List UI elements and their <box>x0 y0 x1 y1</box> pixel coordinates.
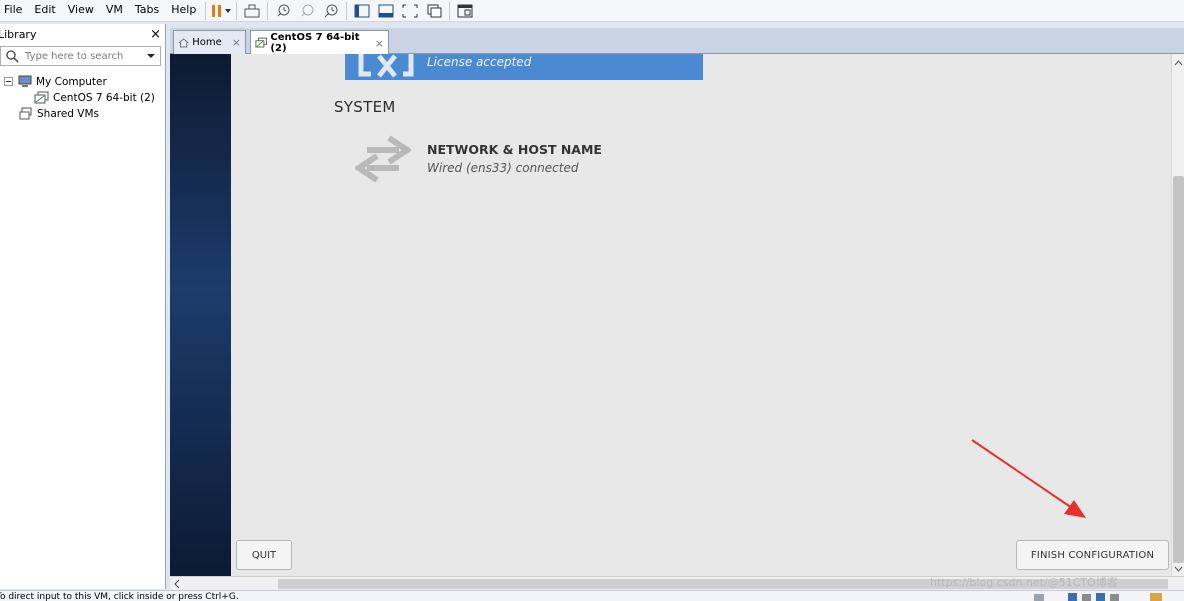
library-search-input[interactable]: Type here to search <box>0 46 161 66</box>
search-placeholder: Type here to search <box>25 50 124 62</box>
tree-item-vm[interactable]: CentOS 7 64-bit (2) <box>0 90 165 106</box>
snapshot-manager-button[interactable] <box>319 1 343 21</box>
tree-item-label: CentOS 7 64-bit (2) <box>53 92 155 104</box>
tree-item-shared-vms[interactable]: Shared VMs <box>0 106 165 122</box>
scroll-up-icon[interactable] <box>1173 58 1184 68</box>
show-library-button[interactable] <box>350 1 374 21</box>
console-view-button[interactable] <box>453 1 477 21</box>
revert-snapshot-icon <box>301 4 314 16</box>
console-view-icon <box>457 4 473 17</box>
toolbar-separator <box>236 1 238 20</box>
finish-configuration-button[interactable]: FINISH CONFIGURATION <box>1016 540 1169 570</box>
computer-icon <box>18 75 32 87</box>
tab-label: CentOS 7 64-bit (2) <box>270 32 360 54</box>
status-message: To direct input to this VM, click inside… <box>0 592 239 601</box>
vm-icon <box>255 37 267 48</box>
menu-tabs[interactable]: Tabs <box>129 0 165 22</box>
tab-bar: Home × CentOS 7 64-bit (2) × <box>170 28 1184 55</box>
thumbnail-bar-button[interactable] <box>374 1 398 21</box>
scrollbar-thumb[interactable] <box>1173 176 1184 563</box>
tree-item-my-computer[interactable]: My Computer <box>0 74 165 90</box>
vm-icon <box>34 91 49 104</box>
network-title[interactable]: NETWORK & HOST NAME <box>427 142 602 157</box>
tab-label: Home <box>192 37 222 48</box>
annotation-arrow <box>971 439 1086 518</box>
network-icon[interactable] <box>355 134 411 186</box>
library-title: Library <box>0 27 37 41</box>
menu-help[interactable]: Help <box>165 0 202 22</box>
unity-icon <box>427 4 442 17</box>
tree-item-label: Shared VMs <box>37 108 100 120</box>
full-screen-button[interactable] <box>398 1 422 21</box>
keyboard-icon <box>244 4 260 17</box>
pause-icon <box>212 4 232 17</box>
quit-button[interactable]: QUIT <box>236 540 292 570</box>
tab-close-icon[interactable]: × <box>232 36 241 49</box>
menu-bar: File Edit View VM Tabs Help <box>0 0 1184 22</box>
library-close-icon[interactable]: × <box>150 27 161 42</box>
toolbar-separator <box>267 1 269 20</box>
menu-view[interactable]: View <box>62 0 100 22</box>
tab-home[interactable]: Home × <box>173 30 246 54</box>
revert-snapshot-button[interactable] <box>295 1 319 21</box>
watermark: https://blog.csdn.net/@51CTO博客 <box>930 576 1118 589</box>
license-spoke[interactable]: License accepted <box>345 54 703 80</box>
installer-sidebar <box>170 54 231 576</box>
menu-file[interactable]: File <box>0 0 28 22</box>
library-view-icon <box>354 4 370 17</box>
library-panel: Library × Type here to search My Compute… <box>0 24 166 589</box>
home-icon <box>178 37 189 47</box>
library-header: Library × <box>0 24 165 44</box>
network-status: Wired (ens33) connected <box>427 161 579 175</box>
menu-vm[interactable]: VM <box>100 0 129 22</box>
tab-close-icon[interactable]: × <box>375 37 384 50</box>
scroll-down-icon[interactable] <box>1173 564 1184 574</box>
toolbar-separator <box>449 1 451 20</box>
toolbar-separator <box>205 1 207 20</box>
scroll-left-icon[interactable] <box>172 578 182 590</box>
pause-button[interactable] <box>209 1 233 21</box>
thumbnail-view-icon <box>378 4 394 17</box>
vertical-scrollbar[interactable] <box>1171 54 1184 576</box>
tree-item-label: My Computer <box>36 76 107 88</box>
license-status: License accepted <box>427 55 532 69</box>
snapshot-button[interactable] <box>271 1 295 21</box>
chevron-down-icon[interactable] <box>145 51 157 61</box>
send-ctrl-alt-del-button[interactable] <box>240 1 264 21</box>
toolbar-separator <box>346 1 348 20</box>
full-screen-icon <box>402 4 418 17</box>
search-icon <box>6 50 19 63</box>
snapshot-manager-icon <box>324 4 338 17</box>
menu-edit[interactable]: Edit <box>28 0 61 22</box>
license-icon <box>358 54 414 78</box>
collapse-icon[interactable] <box>4 77 14 87</box>
snapshot-icon <box>277 4 290 16</box>
unity-button[interactable] <box>422 1 446 21</box>
device-status-icons <box>1034 593 1162 601</box>
library-tree: My Computer CentOS 7 64-bit (2) Shared V… <box>0 74 165 122</box>
status-bar: To direct input to this VM, click inside… <box>0 590 1184 601</box>
system-heading: SYSTEM <box>334 98 396 116</box>
shared-vms-icon <box>19 107 32 120</box>
tab-centos[interactable]: CentOS 7 64-bit (2) × <box>250 30 389 55</box>
